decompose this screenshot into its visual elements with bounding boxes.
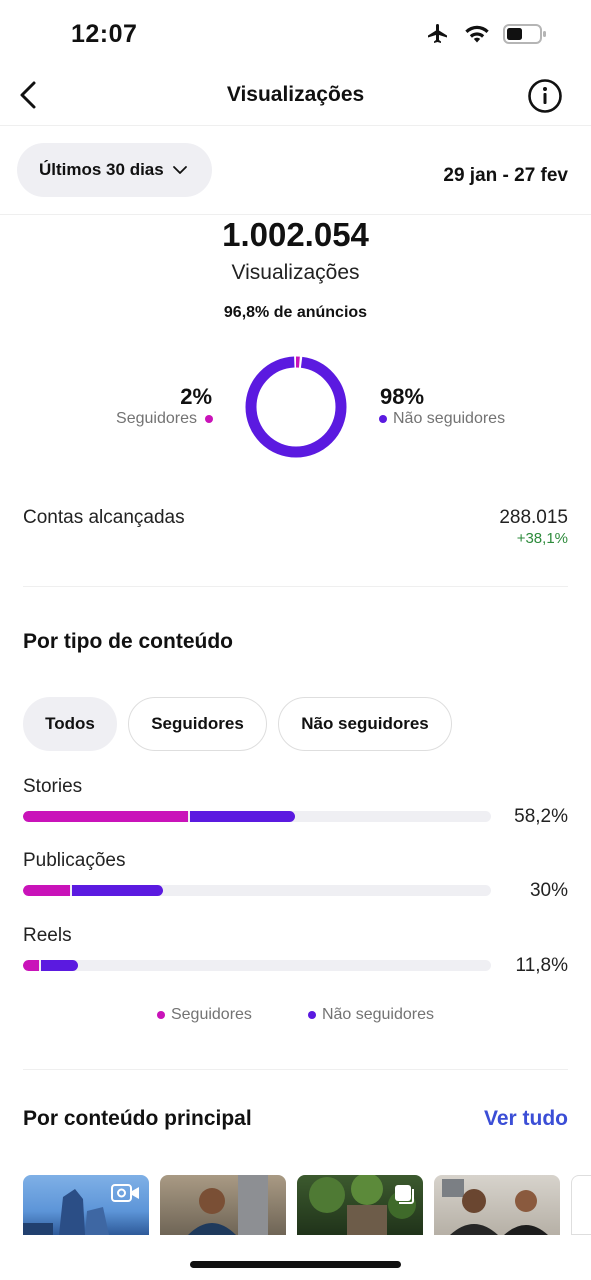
- divider: [23, 1069, 568, 1070]
- home-indicator: [190, 1261, 401, 1268]
- page-title: Visualizações: [226, 83, 365, 106]
- chip-all[interactable]: Todos: [23, 697, 117, 751]
- legend-non-followers-label: Não seguidores: [321, 1006, 435, 1023]
- chip-non-followers[interactable]: Não seguidores: [278, 697, 452, 751]
- legend-non-followers: Não seguidores: [307, 1006, 435, 1024]
- carousel-icon: [395, 1185, 414, 1204]
- info-button[interactable]: [527, 78, 563, 114]
- status-bar: 12:07: [0, 0, 591, 66]
- nav-bar: Visualizações: [0, 66, 591, 126]
- content-thumbnail[interactable]: [23, 1175, 149, 1235]
- followers-legend-label: Seguidores: [116, 410, 197, 427]
- followers-dot-icon: [156, 1011, 165, 1019]
- date-range: 29 jan - 27 fev: [443, 165, 568, 186]
- period-dropdown[interactable]: Últimos 30 dias: [17, 143, 212, 197]
- non-followers-percent: 98%: [380, 384, 425, 409]
- bar-segment-non-followers: [71, 885, 164, 896]
- audience-filter-chips: Todos Seguidores Não seguidores: [23, 697, 452, 751]
- bar-track: [23, 811, 491, 822]
- chevron-down-icon: [172, 166, 187, 174]
- legend-followers: Seguidores: [156, 1006, 252, 1024]
- filter-row: Últimos 30 dias 29 jan - 27 fev: [0, 127, 591, 215]
- reach-value: 288.015: [499, 507, 568, 528]
- ads-share-note: 96,8% de anúncios: [223, 304, 368, 321]
- person-image: [188, 1175, 268, 1235]
- bar-row-publications: Publicações 30%: [23, 850, 568, 910]
- info-icon: [528, 79, 562, 113]
- reach-label: Contas alcançadas: [23, 507, 185, 528]
- top-content-title: Por conteúdo principal: [23, 1107, 252, 1130]
- bar-label: Reels: [23, 925, 72, 946]
- status-time: 12:07: [71, 20, 138, 48]
- video-camera-icon: [111, 1184, 139, 1202]
- bar-segment-non-followers: [189, 811, 296, 822]
- airplane-icon: [428, 24, 447, 43]
- non-followers-legend-label: Não seguidores: [393, 410, 506, 427]
- bar-row-stories: Stories 58,2%: [23, 776, 568, 836]
- non-followers-dot-icon: [307, 1011, 316, 1019]
- bar-segment-non-followers: [41, 960, 79, 971]
- followers-dot-icon: [205, 415, 213, 423]
- content-thumbnail[interactable]: [434, 1175, 560, 1235]
- bar-percent: 11,8%: [515, 955, 568, 976]
- people-image: [442, 1179, 548, 1235]
- legend-followers-label: Seguidores: [170, 1006, 252, 1023]
- audience-donut-chart: [245, 356, 347, 458]
- reach-change: +38,1%: [516, 530, 568, 547]
- content-thumbnail[interactable]: [160, 1175, 286, 1235]
- total-views-label: Visualizações: [231, 261, 360, 284]
- non-followers-legend: Não seguidores: [379, 410, 505, 428]
- total-views-value: 1.002.054: [222, 216, 369, 253]
- donut-segment-non-followers: [245, 356, 347, 458]
- bar-label: Stories: [23, 776, 83, 797]
- followers-percent: 2%: [180, 384, 212, 409]
- content-type-title: Por tipo de conteúdo: [23, 630, 233, 653]
- followers-legend: Seguidores: [116, 410, 213, 428]
- bar-row-reels: Reels 11,8%: [23, 925, 568, 985]
- bar-percent: 30%: [529, 880, 568, 901]
- bar-percent: 58,2%: [514, 806, 568, 827]
- bar-segment-followers: [23, 811, 188, 822]
- bar-track: [23, 960, 491, 971]
- top-content-thumbnails: [23, 1175, 591, 1235]
- bar-label: Publicações: [23, 850, 126, 871]
- battery-icon: [503, 24, 546, 44]
- non-followers-dot-icon: [379, 415, 387, 423]
- wifi-icon: [465, 25, 489, 43]
- bar-track: [23, 885, 491, 896]
- content-thumbnail-partial[interactable]: [571, 1175, 591, 1235]
- status-icons: [425, 22, 547, 46]
- bar-segment-followers: [23, 885, 70, 896]
- period-label: Últimos 30 dias: [39, 160, 164, 179]
- bar-segment-followers: [23, 960, 40, 971]
- content-thumbnail[interactable]: [297, 1175, 423, 1235]
- see-all-link[interactable]: Ver tudo: [484, 1107, 568, 1131]
- bar-legend: Seguidores Não seguidores: [0, 1006, 591, 1024]
- divider: [23, 586, 568, 587]
- chip-followers[interactable]: Seguidores: [128, 697, 267, 751]
